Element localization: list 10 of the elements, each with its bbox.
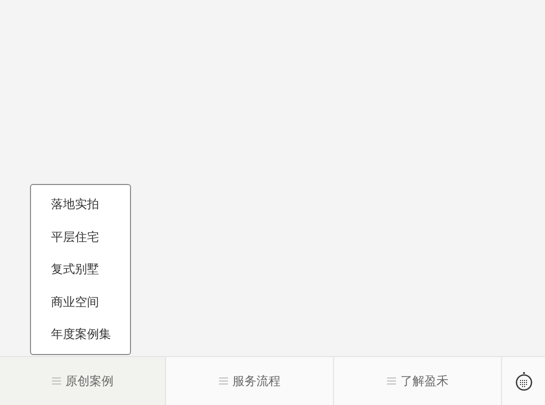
menu-icon (386, 377, 396, 385)
menu-icon (218, 377, 228, 385)
menu-item[interactable]: 复式别墅 (31, 253, 130, 286)
menu-item[interactable]: 平层住宅 (31, 220, 130, 254)
menu-item[interactable]: 落地实拍 (31, 188, 130, 221)
menu-icon (52, 377, 60, 385)
keyboard-icon (514, 371, 532, 391)
menu-item[interactable]: 商业空间 (31, 286, 130, 318)
menu-item[interactable]: 年度案例集 (31, 318, 130, 351)
menu-tab[interactable]: 原创案例 (0, 357, 166, 405)
